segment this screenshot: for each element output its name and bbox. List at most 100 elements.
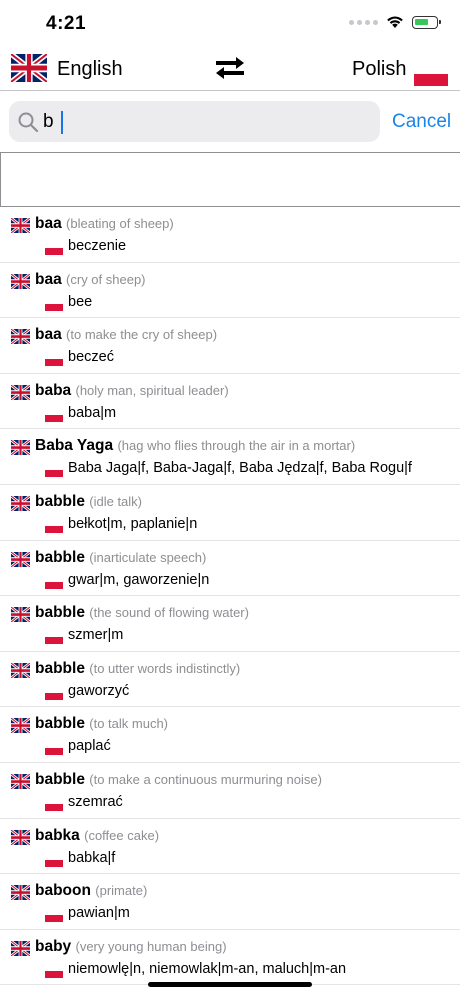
- poland-flag-icon: [45, 577, 63, 589]
- result-row[interactable]: baa (cry of sheep) bee: [0, 263, 460, 319]
- entry-note: (to utter words indistinctly): [89, 660, 241, 676]
- entry-word: baa: [35, 326, 62, 344]
- uk-flag-icon: [11, 440, 30, 456]
- uk-flag-icon: [11, 551, 30, 567]
- entry-note: (inarticulate speech): [89, 549, 207, 565]
- uk-flag-icon: [11, 718, 30, 734]
- entry-heading: baa (cry of sheep): [35, 271, 146, 289]
- battery-icon: [412, 15, 441, 29]
- result-row[interactable]: babble (the sound of flowing water) szmer…: [0, 596, 460, 652]
- entry-heading: baba (holy man, spiritual leader): [35, 382, 229, 400]
- uk-flag-icon: [11, 885, 30, 901]
- search-icon: [18, 112, 39, 133]
- cellular-signal-icon: [349, 19, 378, 25]
- uk-flag-icon: [11, 940, 30, 956]
- search-row: Cancel: [0, 90, 460, 152]
- uk-flag-icon[interactable]: [11, 54, 47, 82]
- status-bar: 4:21: [0, 0, 460, 46]
- result-row[interactable]: babble (idle talk) bełkot|m, paplanie|n: [0, 485, 460, 541]
- poland-flag-icon: [45, 410, 63, 422]
- poland-flag-icon: [45, 911, 63, 923]
- uk-flag-icon: [11, 495, 30, 511]
- result-row[interactable]: baba (holy man, spiritual leader) baba|m: [0, 374, 460, 430]
- entry-note: (to talk much): [89, 716, 169, 732]
- poland-flag-icon: [45, 244, 63, 255]
- poland-flag-icon: [45, 466, 63, 478]
- uk-flag-icon: [11, 662, 30, 678]
- result-row[interactable]: baa (bleating of sheep) beczenie: [0, 207, 460, 263]
- entry-translation: bee: [68, 293, 93, 310]
- result-row[interactable]: babka (coffee cake) babka|f: [0, 819, 460, 875]
- entry-word: baa: [35, 270, 62, 288]
- entry-note: (idle talk): [89, 493, 143, 509]
- source-language-label[interactable]: English: [57, 58, 123, 81]
- swap-languages-icon[interactable]: [212, 55, 248, 81]
- entry-heading: Baba Yaga (hag who flies through the air…: [35, 437, 355, 455]
- poland-flag-icon: [45, 633, 63, 645]
- status-icons: [349, 15, 441, 29]
- entry-translation: niemowlę|n, niemowlak|m-an, maluch|m-an: [68, 960, 347, 977]
- poland-flag-icon: [45, 744, 63, 756]
- result-row[interactable]: Baba Yaga (hag who flies through the air…: [0, 429, 460, 485]
- entry-translation: paplać: [68, 738, 111, 755]
- entry-word: Baba Yaga: [35, 437, 114, 455]
- entry-word: baa: [35, 215, 62, 232]
- uk-flag-icon: [11, 273, 30, 289]
- poland-flag-icon: [45, 299, 63, 311]
- result-row[interactable]: babble (to make a continuous murmuring n…: [0, 763, 460, 819]
- entry-word: babble: [35, 492, 85, 510]
- result-row[interactable]: babble (inarticulate speech) gwar|m, gawo…: [0, 541, 460, 597]
- entry-heading: baa (bleating of sheep): [35, 215, 174, 233]
- search-field[interactable]: [9, 101, 380, 142]
- result-row[interactable]: babble (to talk much) paplać: [0, 707, 460, 763]
- entry-word: baboon: [35, 882, 91, 900]
- entry-heading: babble (to make a continuous murmuring n…: [35, 771, 322, 789]
- entry-heading: babble (to utter words indistinctly): [35, 660, 240, 678]
- entry-heading: baboon (primate): [35, 882, 147, 900]
- entry-word: babble: [35, 770, 85, 788]
- entry-note: (hag who flies through the air in a mort…: [117, 438, 356, 454]
- entry-note: (primate): [95, 883, 148, 899]
- entry-word: babka: [35, 826, 80, 844]
- poland-flag-icon: [45, 688, 63, 700]
- result-row[interactable]: baboon (primate) pawian|m: [0, 874, 460, 930]
- poland-flag-icon: [45, 521, 63, 533]
- uk-flag-icon: [11, 829, 30, 845]
- entry-word: babble: [35, 604, 85, 622]
- entry-translation: gwar|m, gaworzenie|n: [68, 571, 210, 588]
- poland-flag-icon: [45, 855, 63, 867]
- entry-note: (cry of sheep): [66, 271, 146, 287]
- entry-note: (coffee cake): [84, 827, 160, 843]
- entry-heading: babka (coffee cake): [35, 827, 159, 845]
- entry-note: (bleating of sheep): [66, 216, 174, 231]
- result-row[interactable]: babble (to utter words indistinctly) gawo…: [0, 652, 460, 708]
- uk-flag-icon: [11, 773, 30, 789]
- search-input[interactable]: [43, 107, 363, 137]
- entry-word: baba: [35, 381, 72, 399]
- entry-translation: szemrać: [68, 793, 123, 810]
- target-language-label[interactable]: Polish: [352, 58, 406, 81]
- text-cursor: [61, 111, 63, 134]
- cancel-button[interactable]: Cancel: [392, 111, 451, 133]
- entry-heading: babble (idle talk): [35, 493, 142, 511]
- poland-flag-icon: [45, 966, 63, 978]
- poland-flag-icon: [45, 355, 63, 367]
- entry-heading: babble (to talk much): [35, 715, 168, 733]
- result-row[interactable]: baby (very young human being) niemowlę|n,…: [0, 930, 460, 986]
- entry-translation: babka|f: [68, 849, 116, 866]
- entry-note: (to make a continuous murmuring noise): [89, 771, 322, 787]
- entry-note: (to make the cry of sheep): [66, 327, 218, 343]
- poland-flag-icon: [45, 799, 63, 811]
- result-row[interactable]: baa (to make the cry of sheep) beczeć: [0, 318, 460, 374]
- entry-note: (the sound of flowing water): [89, 605, 249, 621]
- entry-translation: beczeć: [68, 349, 114, 366]
- entry-word: babble: [35, 548, 85, 566]
- poland-flag-icon[interactable]: [414, 66, 448, 86]
- entry-translation: baba|m: [68, 404, 117, 421]
- entry-note: (very young human being): [75, 938, 227, 954]
- entry-heading: baa (to make the cry of sheep): [35, 326, 217, 344]
- results-list: baa (bleating of sheep) beczenie baa (cry …: [0, 207, 460, 986]
- entry-translation: bełkot|m, paplanie|n: [68, 515, 198, 532]
- entry-word: baby: [35, 937, 72, 955]
- entry-heading: babble (inarticulate speech): [35, 549, 206, 567]
